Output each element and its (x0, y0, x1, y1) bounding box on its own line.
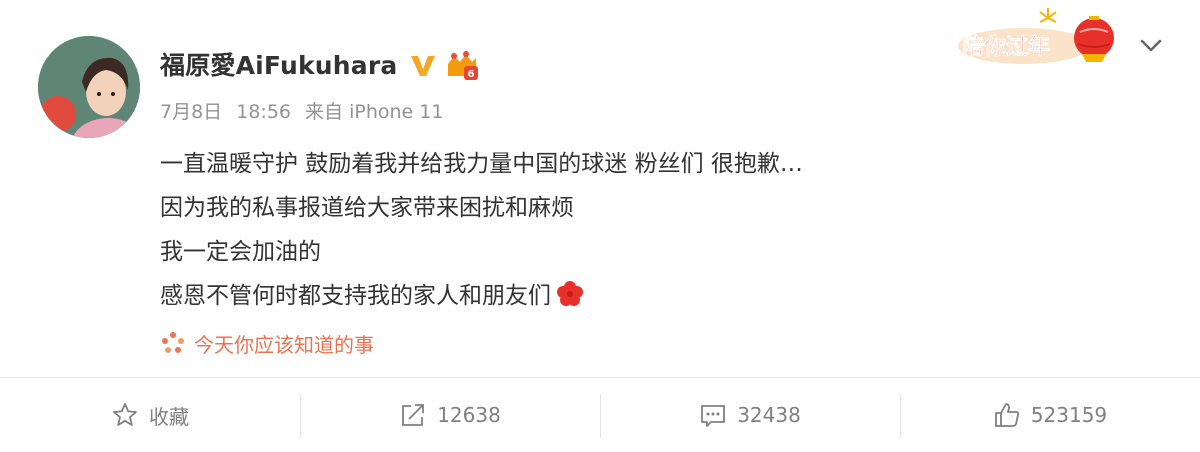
content-line: 因为我的私事报道给大家带来困扰和麻烦 (160, 195, 574, 221)
verified-v-icon (411, 56, 435, 76)
content-line: 一直温暖守护 鼓励着我并给我力量中国的球迷 粉丝们 很抱歉… (160, 151, 803, 177)
avatar[interactable] (38, 36, 140, 138)
post-source: 来自 iPhone 11 (305, 101, 444, 123)
post-time[interactable]: 18:56 (236, 101, 291, 123)
username[interactable]: 福原愛AiFukuhara (160, 50, 397, 82)
chevron-down-icon[interactable] (1138, 36, 1164, 56)
post-content: 一直温暖守护 鼓励着我并给我力量中国的球迷 粉丝们 很抱歉… 因为我的私事报道给… (160, 142, 803, 318)
action-bar: 收藏 12638 32438 523159 (0, 378, 1200, 452)
red-lantern-icon (1074, 18, 1114, 58)
star-icon (113, 403, 137, 426)
fireworks-icon (1039, 8, 1057, 23)
promo-text: 陪你过年 (962, 34, 1050, 60)
topic-icon (162, 332, 184, 353)
repost-button[interactable]: 12638 (300, 378, 600, 452)
content-line-text: 感恩不管何时都支持我的家人和朋友们 (160, 283, 551, 309)
like-button[interactable]: 523159 (900, 378, 1200, 452)
weibo-post: 福原愛AiFukuhara 6 7月8日 18:56 来自 iPhone 11 … (0, 0, 1200, 452)
comment-button[interactable]: 32438 (600, 378, 900, 452)
post-date[interactable]: 7月8日 (160, 101, 222, 123)
favorite-button[interactable]: 收藏 (0, 378, 300, 452)
comment-icon (701, 405, 726, 427)
content-line-last: 感恩不管何时都支持我的家人和朋友们 (160, 274, 803, 318)
like-icon (994, 403, 1019, 427)
level-badge-icon[interactable]: 6 (444, 50, 480, 82)
comment-count: 32438 (737, 403, 801, 427)
spring-festival-badge[interactable]: 陪你过年 (956, 4, 1134, 68)
topic-link[interactable]: 今天你应该知道的事 (160, 329, 374, 357)
favorite-label: 收藏 (149, 404, 189, 429)
repost-count: 12638 (437, 403, 501, 427)
content-line: 我一定会加油的 (160, 239, 321, 265)
svg-text:6: 6 (468, 69, 475, 80)
red-flower-emoji (557, 281, 583, 306)
topic-text[interactable]: 今天你应该知道的事 (194, 329, 374, 358)
repost-icon (402, 404, 425, 426)
like-count: 523159 (1030, 403, 1108, 427)
post-meta: 7月8日 18:56 来自 iPhone 11 (160, 100, 451, 124)
